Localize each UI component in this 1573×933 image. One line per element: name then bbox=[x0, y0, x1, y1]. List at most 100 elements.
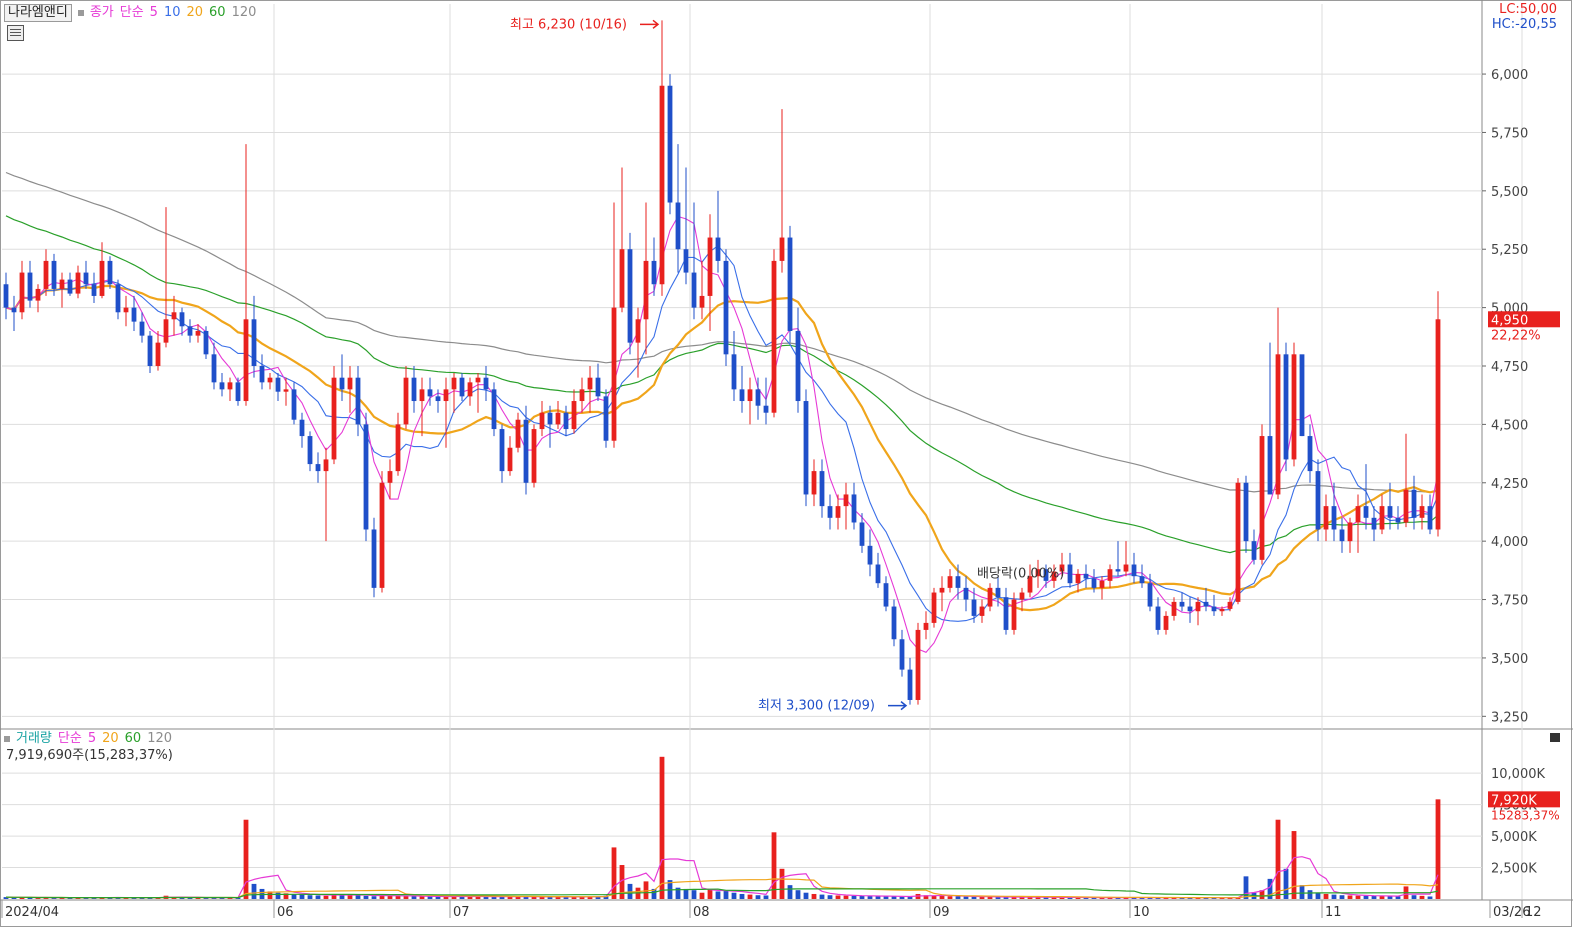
volume-bar bbox=[1419, 895, 1425, 899]
candle-body bbox=[187, 326, 193, 336]
volume-ma-type: 단순 bbox=[57, 731, 82, 746]
candle-body bbox=[251, 319, 257, 366]
candle-body bbox=[707, 237, 713, 296]
volume-bar bbox=[411, 896, 417, 899]
candle-body bbox=[547, 412, 553, 425]
candle-body bbox=[299, 419, 305, 437]
price-tick-label: 5,500 bbox=[1491, 185, 1528, 200]
date-label: 07 bbox=[453, 905, 470, 920]
candle-body bbox=[387, 471, 393, 483]
candle-body bbox=[467, 382, 473, 397]
candle-body bbox=[195, 330, 201, 336]
moving-average-lines bbox=[5, 171, 1439, 653]
candle-body bbox=[379, 482, 385, 588]
volume-bar bbox=[691, 890, 697, 899]
ma5-label[interactable]: 5 bbox=[150, 5, 158, 20]
candle-body bbox=[499, 429, 505, 472]
volume-bar bbox=[883, 896, 889, 899]
candle-body bbox=[259, 366, 265, 383]
price-tick-label: 4,250 bbox=[1491, 477, 1528, 492]
candle-body bbox=[947, 576, 953, 588]
candle-body bbox=[171, 312, 177, 320]
ma120-label[interactable]: 120 bbox=[232, 5, 257, 20]
volume-bar bbox=[1355, 895, 1361, 899]
candle-body bbox=[811, 471, 817, 495]
volume-bar bbox=[683, 888, 689, 899]
dividend-annotation: 배당락(0,00%) bbox=[977, 567, 1064, 582]
volume-bar bbox=[819, 894, 825, 899]
volume-bar bbox=[251, 883, 257, 899]
candle-body bbox=[163, 319, 169, 343]
ma5-line bbox=[5, 215, 1439, 653]
candle-body bbox=[1211, 606, 1217, 612]
vol-ma20-label[interactable]: 20 bbox=[102, 731, 119, 746]
volume-bar bbox=[1371, 895, 1377, 899]
volume-bar bbox=[1363, 895, 1369, 899]
volume-bar bbox=[1339, 895, 1345, 899]
candle-body bbox=[1019, 592, 1025, 600]
candle-body bbox=[843, 494, 849, 507]
candle-body bbox=[531, 429, 537, 483]
candle-body bbox=[875, 564, 881, 584]
price-tick-label: 3,750 bbox=[1491, 594, 1528, 609]
candle-body bbox=[763, 405, 769, 413]
volume-bar bbox=[315, 895, 321, 899]
date-label: 11 bbox=[1325, 905, 1342, 920]
candle-body bbox=[1107, 569, 1113, 581]
price-tick-label: 6,000 bbox=[1491, 68, 1528, 83]
candle-body bbox=[1283, 354, 1289, 460]
ma60-label[interactable]: 60 bbox=[209, 5, 226, 20]
ma20-label[interactable]: 20 bbox=[186, 5, 203, 20]
candle-body bbox=[795, 330, 801, 402]
vol-ma120-label[interactable]: 120 bbox=[147, 731, 172, 746]
candle-body bbox=[179, 312, 185, 327]
outer-border bbox=[0, 0, 1572, 927]
candle-body bbox=[323, 459, 329, 472]
candle-body bbox=[451, 377, 457, 390]
candle-body bbox=[587, 377, 593, 390]
candle-body bbox=[491, 389, 497, 430]
candle-body bbox=[539, 412, 545, 430]
candle-body bbox=[1163, 615, 1169, 630]
stock-name-button[interactable]: 나라엠앤디 bbox=[4, 4, 72, 22]
candle-body bbox=[691, 272, 697, 308]
volume-bar bbox=[243, 819, 249, 899]
candle-body bbox=[1179, 601, 1185, 607]
vol-ma5-label[interactable]: 5 bbox=[88, 731, 96, 746]
candle-body bbox=[971, 599, 977, 616]
price-label: 종가 bbox=[89, 5, 114, 20]
stock-chart[interactable]: 6,0005,7505,5005,2505,0004,7504,5004,250… bbox=[0, 0, 1573, 933]
candle-body bbox=[291, 389, 297, 420]
volume-bar bbox=[1315, 892, 1321, 899]
price-tick-label: 5,750 bbox=[1491, 126, 1528, 141]
ma10-label[interactable]: 10 bbox=[164, 5, 181, 20]
candle-body bbox=[803, 401, 809, 495]
candle-body bbox=[203, 330, 209, 355]
volume-tick-label: 5,000K bbox=[1491, 830, 1537, 845]
candle-body bbox=[59, 279, 65, 289]
candle-body bbox=[1235, 482, 1241, 602]
annotations: 최고 6,230 (10/16) 최저 3,300 (12/09) 배당락(0,00… bbox=[510, 17, 1560, 822]
candle-body bbox=[419, 389, 425, 402]
volume-bar bbox=[755, 895, 761, 899]
ma10-line bbox=[5, 244, 1439, 622]
volume-bar bbox=[1387, 896, 1393, 899]
candle-body bbox=[1147, 583, 1153, 607]
price-tick-label: 3,500 bbox=[1491, 652, 1528, 667]
volume-bar bbox=[715, 891, 721, 899]
candle-body bbox=[435, 396, 441, 402]
volume-bar bbox=[867, 896, 873, 899]
candle-body bbox=[1251, 541, 1257, 560]
candle-body bbox=[1347, 522, 1353, 542]
candle-body bbox=[595, 377, 601, 397]
candle-body bbox=[1123, 564, 1129, 572]
candle-body bbox=[1395, 517, 1401, 523]
candle-body bbox=[899, 639, 905, 670]
candle-body bbox=[627, 249, 633, 343]
vol-ma60-label[interactable]: 60 bbox=[125, 731, 142, 746]
candle-body bbox=[555, 412, 561, 425]
candle-body bbox=[755, 389, 761, 406]
volume-ma-lines bbox=[5, 856, 1439, 899]
candle-body bbox=[1075, 573, 1081, 584]
table-icon[interactable] bbox=[7, 25, 24, 41]
